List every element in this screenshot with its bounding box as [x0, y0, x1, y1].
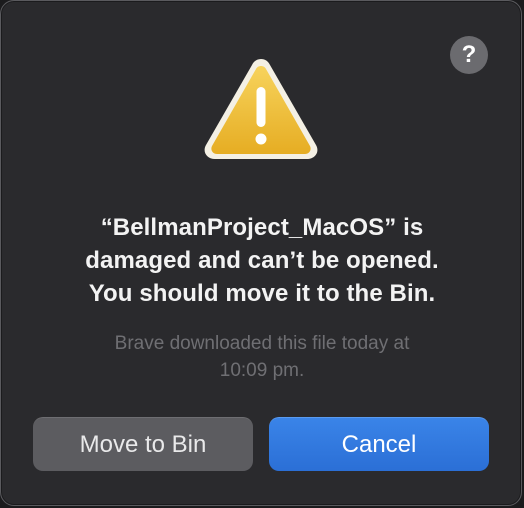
cancel-button[interactable]: Cancel	[269, 417, 489, 471]
alert-message: “BellmanProject_MacOS” is damaged and ca…	[31, 211, 493, 310]
warning-triangle-icon	[200, 53, 322, 163]
alert-dialog: ? “BellmanProject_MacOS” is damaged and …	[0, 0, 522, 506]
move-to-bin-button[interactable]: Move to Bin	[33, 417, 253, 471]
help-button[interactable]: ?	[450, 36, 488, 74]
alert-info-line: 10:09 pm.	[219, 360, 305, 381]
help-button-label: ?	[461, 41, 477, 68]
alert-info-line: Brave downloaded this file today at	[114, 333, 410, 354]
alert-info-text: Brave downloaded this file today at 10:0…	[41, 330, 483, 384]
alert-message-line: “BellmanProject_MacOS” is	[100, 214, 424, 241]
alert-message-line: damaged and can’t be opened.	[85, 247, 439, 274]
move-to-bin-label: Move to Bin	[79, 430, 207, 458]
alert-message-line: You should move it to the Bin.	[88, 280, 436, 307]
cancel-label: Cancel	[341, 430, 417, 458]
